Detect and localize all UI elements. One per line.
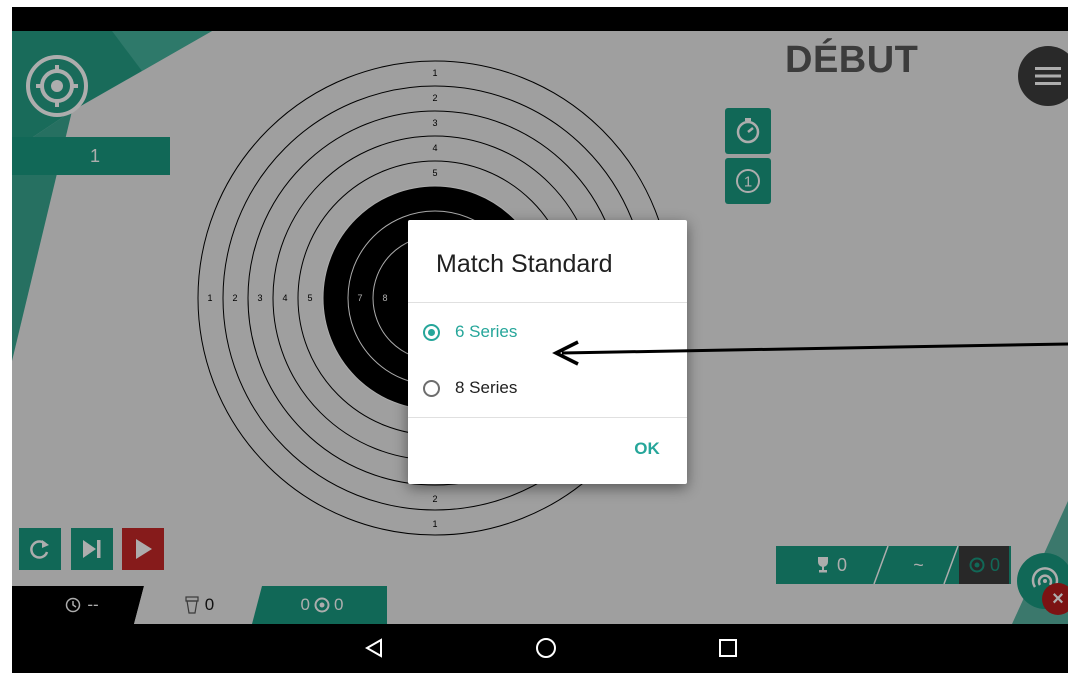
dialog-divider-top xyxy=(408,302,687,303)
app-area: 12345612345678321 1 DÉBUT xyxy=(12,31,1068,624)
dialog-divider-bottom xyxy=(408,417,687,418)
option-8-series[interactable]: 8 Series xyxy=(408,360,687,416)
home-circle-icon[interactable] xyxy=(526,632,566,664)
back-triangle-icon[interactable] xyxy=(354,632,394,664)
dialog-title: Match Standard xyxy=(436,250,613,278)
radio-unchecked-icon[interactable] xyxy=(423,379,440,397)
recents-square-icon[interactable] xyxy=(708,632,748,664)
navigation-bar xyxy=(12,624,1068,673)
ok-button[interactable]: OK xyxy=(618,431,676,467)
device-screen: 12345612345678321 1 DÉBUT xyxy=(12,7,1068,673)
option-label: 6 Series xyxy=(455,322,518,341)
radio-checked-icon[interactable] xyxy=(423,323,440,341)
option-label: 8 Series xyxy=(455,378,518,397)
option-6-series[interactable]: 6 Series xyxy=(408,304,687,360)
match-standard-dialog: Match Standard 6 Series 8 Series OK xyxy=(408,220,687,484)
